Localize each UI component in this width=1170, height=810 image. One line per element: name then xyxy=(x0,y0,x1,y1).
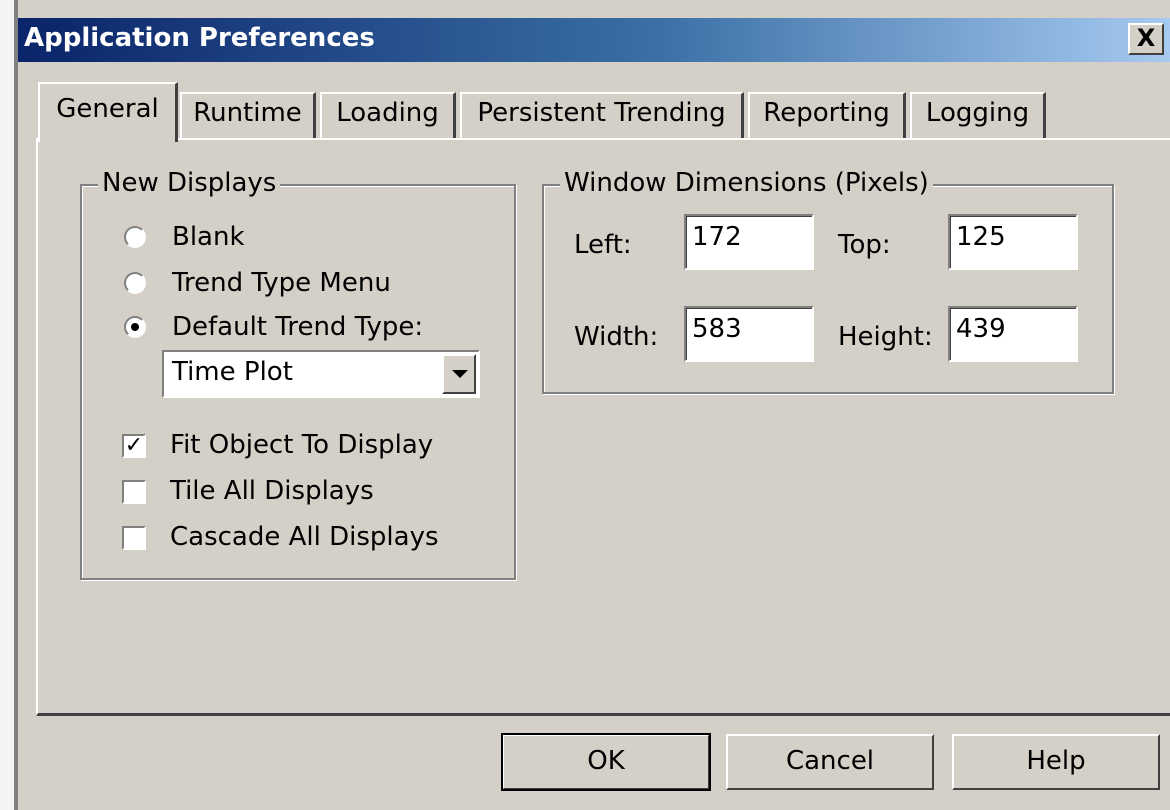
tab-loading-label: Loading xyxy=(336,98,439,128)
tab-logging-label: Logging xyxy=(925,98,1030,128)
checkbox-cascade-all-label: Cascade All Displays xyxy=(170,522,439,552)
window-title: Application Preferences xyxy=(24,23,375,53)
tab-runtime-label: Runtime xyxy=(193,98,302,128)
top-input[interactable]: 125 xyxy=(948,214,1078,270)
preferences-dialog: Application Preferences X General Runtim… xyxy=(0,0,1170,810)
left-value: 172 xyxy=(692,222,742,252)
title-bar[interactable]: Application Preferences X xyxy=(18,18,1170,62)
default-trend-type-select[interactable]: Time Plot xyxy=(162,350,480,398)
top-value: 125 xyxy=(956,222,1006,252)
radio-icon xyxy=(124,226,146,248)
help-button[interactable]: Help xyxy=(952,734,1160,790)
help-button-label: Help xyxy=(1026,746,1086,776)
cancel-button-label: Cancel xyxy=(785,746,875,776)
tab-persistent-trending[interactable]: Persistent Trending xyxy=(460,92,744,140)
width-label: Width: xyxy=(574,322,659,352)
checkbox-tile-all-label: Tile All Displays xyxy=(170,476,374,506)
width-input[interactable]: 583 xyxy=(684,306,814,362)
checkbox-empty-icon xyxy=(122,480,146,504)
close-button[interactable]: X xyxy=(1128,23,1164,55)
top-label: Top: xyxy=(838,230,891,260)
close-icon: X xyxy=(1136,24,1156,52)
window-left-shadow xyxy=(14,0,18,810)
tab-reporting[interactable]: Reporting xyxy=(748,92,906,140)
ok-button-label: OK xyxy=(587,746,625,776)
tab-reporting-label: Reporting xyxy=(763,98,890,128)
radio-blank-label: Blank xyxy=(172,222,245,252)
ok-button[interactable]: OK xyxy=(501,733,711,791)
tab-loading[interactable]: Loading xyxy=(320,92,456,140)
tab-persistent-trending-label: Persistent Trending xyxy=(477,98,726,128)
checkmark-icon: ✓ xyxy=(122,434,146,458)
tab-general-label: General xyxy=(56,94,159,124)
width-value: 583 xyxy=(692,314,742,344)
window-dimensions-legend: Window Dimensions (Pixels) xyxy=(560,168,933,198)
checkbox-fit-object-label: Fit Object To Display xyxy=(170,430,434,460)
general-tab-panel: New Displays Blank Trend Type Menu Defau… xyxy=(36,138,1170,716)
height-input[interactable]: 439 xyxy=(948,306,1078,362)
radio-trend-type-menu-label: Trend Type Menu xyxy=(172,268,391,298)
chevron-down-icon xyxy=(452,370,468,378)
tab-runtime[interactable]: Runtime xyxy=(180,92,316,140)
radio-selected-icon xyxy=(124,316,146,338)
left-input[interactable]: 172 xyxy=(684,214,814,270)
checkbox-empty-icon xyxy=(122,526,146,550)
height-value: 439 xyxy=(956,314,1006,344)
new-displays-legend: New Displays xyxy=(98,168,281,198)
cancel-button[interactable]: Cancel xyxy=(726,734,934,790)
left-label: Left: xyxy=(574,230,632,260)
default-trend-type-value: Time Plot xyxy=(172,357,293,387)
window-dimensions-group: Window Dimensions (Pixels) Left: 172 Top… xyxy=(542,168,1114,394)
tab-general[interactable]: General xyxy=(38,82,178,142)
radio-icon xyxy=(124,272,146,294)
dropdown-button[interactable] xyxy=(442,354,476,394)
tab-logging[interactable]: Logging xyxy=(910,92,1046,140)
height-label: Height: xyxy=(838,322,933,352)
new-displays-group: New Displays Blank Trend Type Menu Defau… xyxy=(80,168,516,580)
radio-default-trend-type-label: Default Trend Type: xyxy=(172,312,424,342)
